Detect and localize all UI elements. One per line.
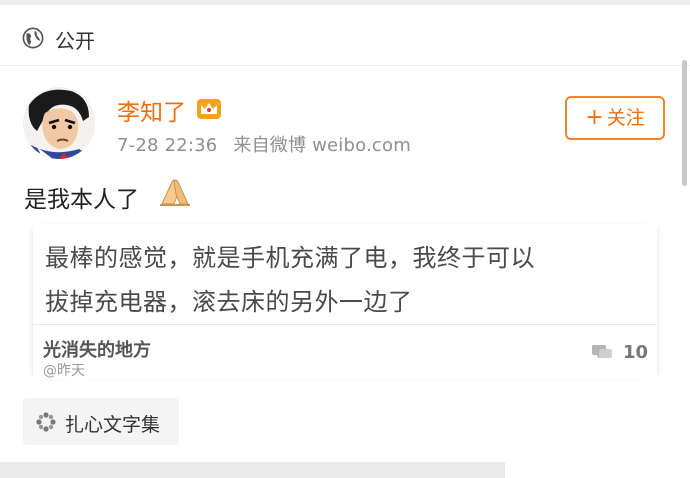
author-name[interactable]: 李知了 bbox=[117, 93, 186, 127]
quoted-text-line-2: 拔掉充电器，滚去床的另外一边了 bbox=[45, 288, 413, 316]
asterisk-icon bbox=[36, 412, 56, 432]
quoted-divider bbox=[33, 324, 657, 325]
visibility-bar[interactable]: 公开 bbox=[0, 5, 690, 66]
avatar[interactable] bbox=[23, 87, 95, 159]
quoted-text-line-1: 最棒的感觉，就是手机充满了电，我终于可以 bbox=[45, 244, 535, 272]
post-source[interactable]: 来自微博 weibo.com bbox=[233, 135, 411, 156]
scrollbar[interactable] bbox=[682, 60, 687, 186]
comment-count: 10 bbox=[623, 342, 649, 363]
topic-chip[interactable]: 扎心文字集 bbox=[23, 398, 179, 445]
cartoon-avatar-image bbox=[23, 87, 95, 159]
plus-icon: + bbox=[585, 105, 604, 130]
post-text: 是我本人了 bbox=[24, 187, 139, 213]
quoted-source-name[interactable]: 光消失的地方 bbox=[43, 336, 151, 362]
post-meta: 7-28 22:36 来自微博 weibo.com bbox=[117, 131, 411, 157]
visibility-label: 公开 bbox=[55, 29, 95, 53]
quoted-post-card[interactable]: 最棒的感觉，就是手机充满了电，我终于可以 拔掉充电器，滚去床的另外一边了 光消失… bbox=[33, 224, 657, 380]
quoted-handle: @昨天 bbox=[43, 363, 85, 379]
praying-hands-icon bbox=[160, 179, 190, 206]
globe-icon bbox=[22, 27, 44, 49]
comment-icon bbox=[592, 345, 612, 359]
post-time: 7-28 22:36 bbox=[117, 135, 218, 156]
follow-button[interactable]: + 关注 bbox=[565, 96, 665, 140]
crown-icon[interactable] bbox=[196, 97, 222, 121]
follow-label: 关注 bbox=[606, 107, 645, 129]
bottom-separator-gap bbox=[505, 462, 690, 478]
topic-label: 扎心文字集 bbox=[65, 414, 161, 436]
